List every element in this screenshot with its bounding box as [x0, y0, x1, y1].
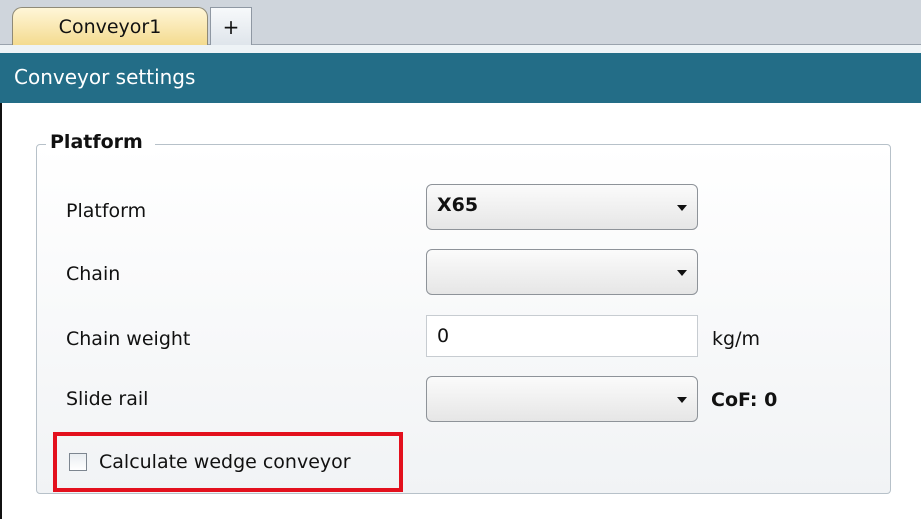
plus-icon: + — [222, 15, 240, 39]
chain-weight-input[interactable]: 0 — [426, 315, 698, 357]
left-border — [0, 103, 2, 519]
wedge-highlight: Calculate wedge conveyor — [53, 432, 403, 492]
page-title: Conveyor settings — [14, 65, 196, 89]
slide-rail-label: Slide rail — [66, 388, 149, 410]
platform-dropdown[interactable]: X65 — [426, 184, 698, 230]
platform-group-title: Platform — [46, 129, 155, 155]
chain-weight-label: Chain weight — [66, 328, 191, 350]
platform-label: Platform — [66, 200, 147, 222]
header-gap — [0, 45, 921, 53]
calculate-wedge-label[interactable]: Calculate wedge conveyor — [99, 449, 351, 475]
chevron-down-icon — [677, 397, 687, 403]
cof-value: CoF: 0 — [711, 389, 778, 411]
platform-dropdown-value: X65 — [437, 194, 479, 216]
calculate-wedge-checkbox[interactable] — [69, 453, 87, 471]
chain-weight-unit: kg/m — [712, 328, 760, 350]
tab-conveyor1[interactable]: Conveyor1 — [12, 7, 208, 45]
tab-conveyor1-label: Conveyor1 — [58, 16, 162, 38]
slide-rail-dropdown[interactable] — [426, 376, 698, 422]
chain-label: Chain — [66, 263, 121, 285]
chain-dropdown[interactable] — [426, 249, 698, 295]
add-tab-button[interactable]: + — [210, 7, 252, 45]
chevron-down-icon — [677, 205, 687, 211]
page-header: Conveyor settings — [0, 53, 921, 103]
chevron-down-icon — [677, 270, 687, 276]
